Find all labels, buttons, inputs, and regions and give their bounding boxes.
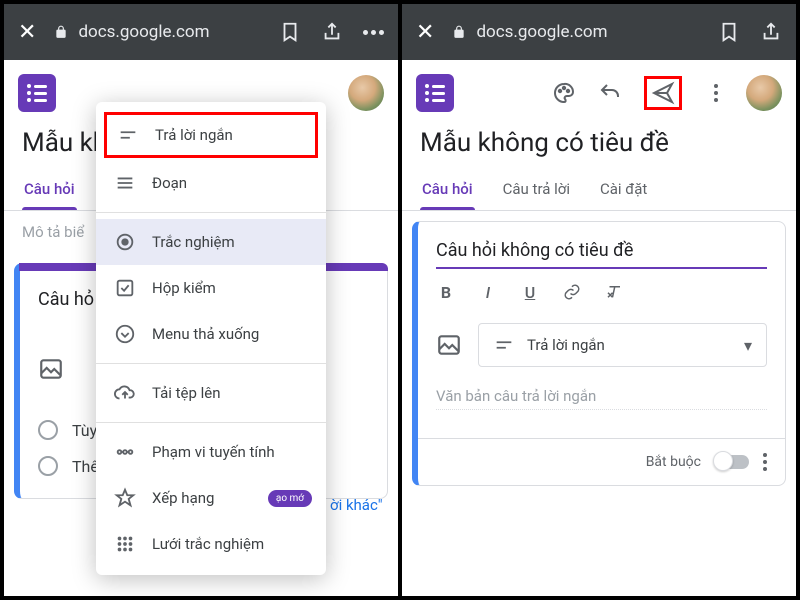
linear-scale-icon (114, 441, 136, 463)
close-tab-icon[interactable]: ✕ (416, 20, 434, 45)
menu-rating[interactable]: Xếp hạng ạo mớ (96, 475, 326, 521)
question-type-dropdown: Trả lời ngắn Đoạn Trắc nghiệm Hộp kiểm M… (96, 102, 326, 575)
dropdown-icon (114, 323, 136, 345)
url-text[interactable]: docs.google.com (476, 22, 607, 42)
format-toolbar: B I U (436, 283, 767, 305)
add-other-link[interactable]: ời khác" (330, 496, 383, 514)
required-toggle[interactable] (715, 455, 749, 469)
menu-checkbox[interactable]: Hộp kiểm (96, 265, 326, 311)
bookmark-icon[interactable] (718, 21, 740, 43)
tabs: Câu hỏi Câu trả lời Cài đặt (402, 172, 796, 211)
browser-bar: ✕ docs.google.com (4, 4, 398, 60)
menu-multiple-choice[interactable]: Trắc nghiệm (96, 219, 326, 265)
clear-format-button[interactable] (604, 283, 624, 305)
bookmark-icon[interactable] (279, 21, 301, 43)
paragraph-icon (114, 172, 136, 194)
radio-icon (114, 231, 136, 253)
forms-logo-icon[interactable] (18, 74, 56, 112)
tab-responses[interactable]: Câu trả lời (501, 172, 572, 210)
italic-button[interactable]: I (478, 283, 498, 305)
question-type-select[interactable]: Trả lời ngắn ▾ (478, 323, 767, 367)
tab-settings[interactable]: Cài đặt (598, 172, 649, 210)
menu-linear-scale[interactable]: Phạm vi tuyến tính (96, 429, 326, 475)
chevron-down-icon: ▾ (744, 336, 752, 355)
app-header (402, 60, 796, 122)
short-answer-icon (493, 334, 515, 356)
menu-dropdown[interactable]: Menu thả xuống (96, 311, 326, 357)
new-badge: ạo mớ (268, 490, 312, 507)
undo-icon[interactable] (598, 81, 622, 105)
lock-icon (54, 25, 68, 39)
send-icon[interactable] (651, 81, 675, 105)
answer-hint-text: Văn bản câu trả lời ngắn (436, 367, 767, 410)
star-icon (114, 487, 136, 509)
underline-button[interactable]: U (520, 283, 540, 305)
question-title-input[interactable]: Câu hỏi không có tiêu đề (436, 240, 767, 267)
required-label: Bắt buộc (646, 454, 701, 470)
more-icon[interactable] (704, 81, 728, 105)
upload-icon (114, 382, 136, 404)
question-card: Câu hỏi không có tiêu đề B I U (412, 221, 786, 486)
avatar[interactable] (746, 75, 782, 111)
image-icon[interactable] (38, 356, 64, 382)
tab-questions[interactable]: Câu hỏi (420, 172, 475, 210)
share-icon[interactable] (760, 21, 782, 43)
menu-short-answer[interactable]: Trả lời ngắn (104, 112, 318, 158)
forms-logo-icon[interactable] (416, 74, 454, 112)
menu-file-upload[interactable]: Tải tệp lên (96, 370, 326, 416)
palette-icon[interactable] (552, 81, 576, 105)
form-title[interactable]: Mẫu không có tiêu đề (402, 122, 796, 172)
url-text[interactable]: docs.google.com (78, 22, 209, 42)
bold-button[interactable]: B (436, 283, 456, 305)
question-more-icon[interactable] (763, 453, 767, 471)
checkbox-icon (114, 277, 136, 299)
send-highlight (644, 76, 682, 110)
browser-bar: ✕ docs.google.com (402, 4, 796, 60)
lock-icon (452, 25, 466, 39)
menu-paragraph[interactable]: Đoạn (96, 160, 326, 206)
grid-icon (114, 533, 136, 555)
avatar[interactable] (348, 75, 384, 111)
tab-questions[interactable]: Câu hỏi (22, 172, 77, 210)
short-answer-icon (117, 124, 139, 146)
share-icon[interactable] (321, 21, 343, 43)
browser-more-icon[interactable] (363, 30, 384, 35)
link-button[interactable] (562, 283, 582, 305)
image-icon[interactable] (436, 332, 462, 358)
close-tab-icon[interactable]: ✕ (18, 20, 36, 45)
menu-grid[interactable]: Lưới trắc nghiệm (96, 521, 326, 567)
